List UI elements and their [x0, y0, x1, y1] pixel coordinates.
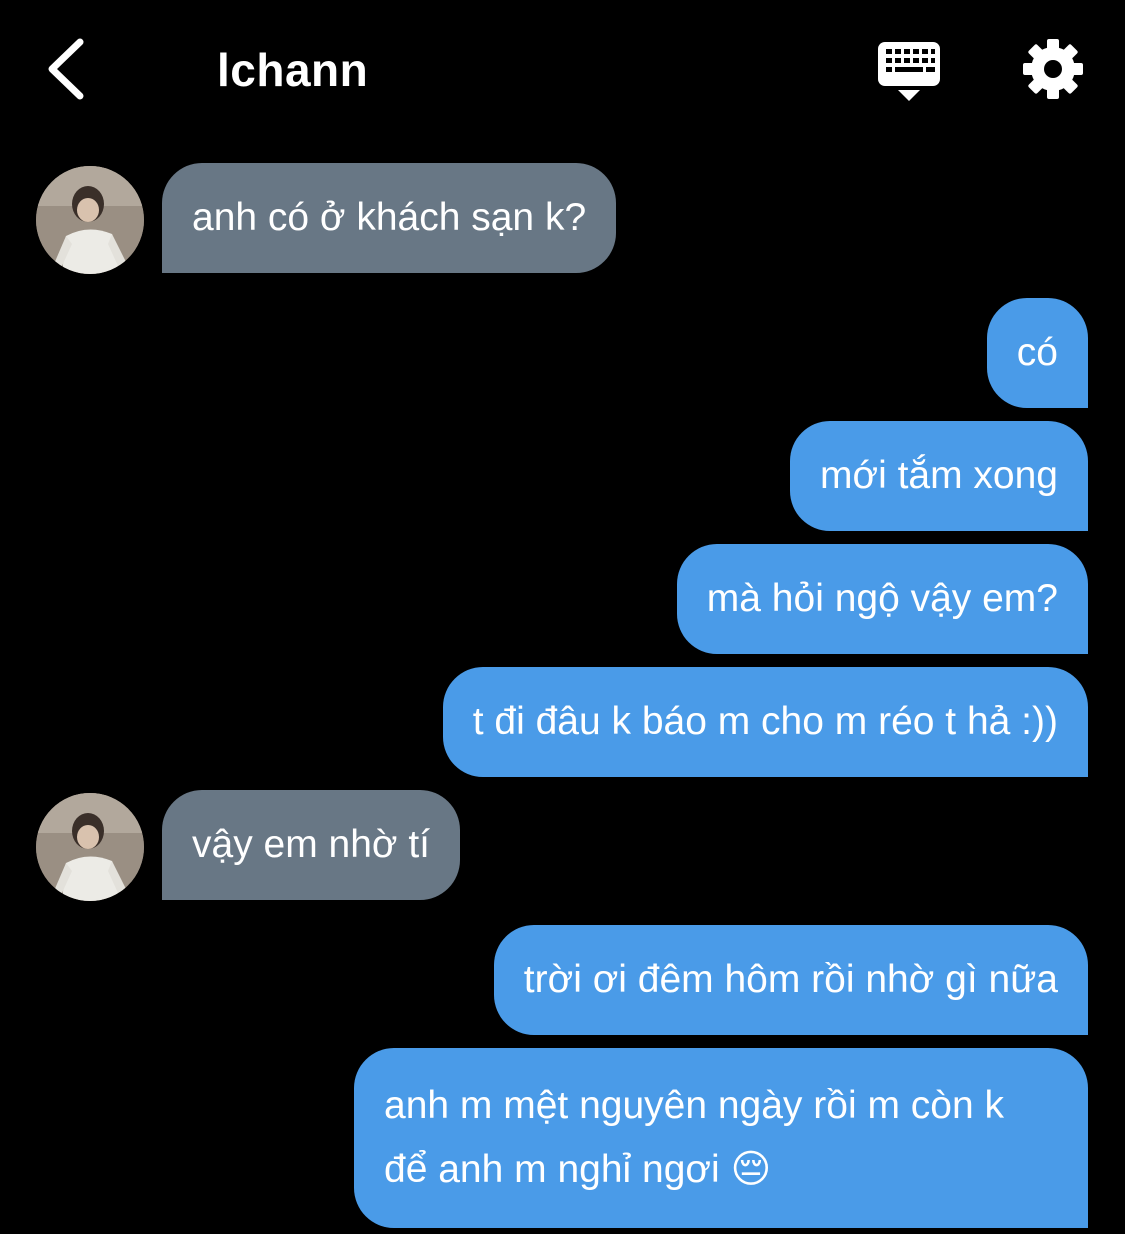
avatar[interactable]	[36, 166, 144, 274]
profile-photo	[36, 166, 144, 274]
settings-button[interactable]	[1022, 38, 1084, 100]
message-bubble-outgoing[interactable]: anh m mệt nguyên ngày rồi m còn k để anh…	[354, 1048, 1088, 1228]
profile-photo	[36, 793, 144, 901]
message-bubble-outgoing[interactable]: mà hỏi ngộ vậy em?	[676, 544, 1088, 654]
chevron-left-icon	[48, 38, 84, 100]
message-bubble-outgoing[interactable]: trời ơi đêm hôm rồi nhờ gì nữa	[493, 925, 1088, 1035]
keyboard-button[interactable]	[876, 40, 942, 104]
avatar[interactable]	[36, 793, 144, 901]
message-bubble-outgoing[interactable]: t đi đâu k báo m cho m réo t hả :))	[442, 667, 1088, 777]
keyboard-icon	[878, 42, 940, 101]
back-button[interactable]	[40, 36, 100, 102]
message-bubble-incoming[interactable]: anh có ở khách sạn k?	[162, 163, 617, 273]
message-bubble-outgoing[interactable]: mới tắm xong	[790, 421, 1088, 531]
message-bubble-incoming[interactable]: vậy em nhờ tí	[162, 790, 460, 900]
chat-title: lchann	[217, 44, 369, 96]
message-bubble-outgoing[interactable]: có	[986, 298, 1088, 408]
gear-icon	[1023, 39, 1083, 99]
chat-header: lchann	[0, 0, 1125, 140]
